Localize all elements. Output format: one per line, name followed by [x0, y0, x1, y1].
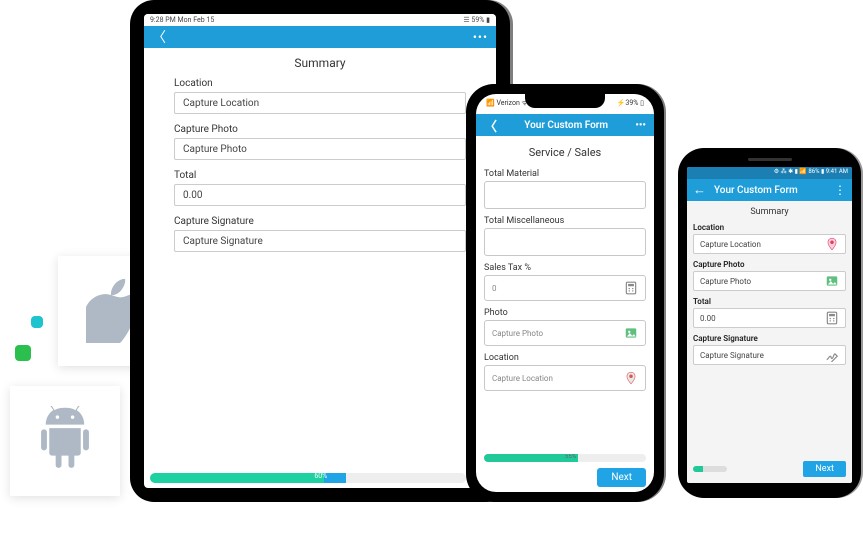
photo-input[interactable]: Capture Photo [174, 138, 466, 160]
total-material-input[interactable] [484, 181, 646, 209]
location-input[interactable]: Capture Location [693, 234, 846, 254]
next-button[interactable]: Next [597, 468, 646, 487]
device-android: ⚙ ⁂ ✱ ▮ 📶 86% ▮ 9:41 AM ← Your Custom Fo… [678, 148, 861, 498]
image-icon[interactable] [624, 326, 638, 340]
photo-label: Photo [484, 308, 646, 318]
photo-value: Capture Photo [700, 277, 751, 286]
back-chevron-icon[interactable]: 〈 [152, 27, 166, 47]
location-label: Location [693, 223, 846, 232]
iphone-status-left: 📶 Verizon ᯤ [486, 99, 528, 114]
device-iphone: 📶 Verizon ᯤ ⚡39% ▯ 〈 Your Custom Form ••… [466, 84, 664, 502]
next-button[interactable]: Next [803, 461, 846, 477]
nav-title: Your Custom Form [524, 120, 608, 131]
location-label: Location [484, 353, 646, 363]
signature-input[interactable]: Capture Signature [693, 345, 846, 365]
android-page-title: Summary [687, 201, 852, 223]
sales-tax-input[interactable]: 0 [484, 275, 646, 301]
android-status-bar: ⚙ ⁂ ✱ ▮ 📶 86% ▮ 9:41 AM [687, 167, 852, 179]
photo-input[interactable]: Capture Photo [693, 271, 846, 291]
progress-bar: 55% [484, 454, 646, 462]
decor-dot-teal [31, 316, 43, 328]
image-icon[interactable] [825, 274, 839, 288]
ipad-page-title: Summary [144, 48, 496, 78]
location-value: Capture Location [700, 240, 761, 249]
progress-label: 55% [565, 454, 576, 460]
progress-bar [693, 466, 727, 472]
sales-tax-label: Sales Tax % [484, 263, 646, 273]
total-misc-label: Total Miscellaneous [484, 216, 646, 226]
location-input[interactable]: Capture Location [484, 365, 646, 391]
overflow-menu-icon[interactable]: ⋮ [834, 183, 846, 197]
iphone-nav-bar: 〈 Your Custom Form ••• [476, 114, 654, 136]
location-label: Location [174, 78, 466, 89]
calculator-icon[interactable] [624, 281, 638, 295]
photo-value: Capture Photo [492, 329, 543, 338]
platform-tile-android [10, 386, 120, 496]
iphone-page-title: Service / Sales [476, 136, 654, 169]
android-logo-icon [34, 406, 96, 476]
progress-bar: 60% [150, 473, 466, 483]
overflow-menu-icon[interactable]: ••• [473, 30, 488, 44]
iphone-notch [525, 94, 605, 108]
location-value: Capture Location [492, 374, 553, 383]
ipad-status-left: 9:28 PM Mon Feb 15 [150, 16, 214, 24]
back-chevron-icon[interactable]: 〈 [484, 116, 497, 135]
location-pin-icon[interactable] [825, 237, 839, 251]
photo-label: Capture Photo [174, 124, 466, 135]
total-input[interactable]: 0.00 [693, 308, 846, 328]
progress-label: 60% [314, 473, 327, 480]
photo-value: Capture Photo [183, 144, 247, 155]
device-ipad: 9:28 PM Mon Feb 15 ☰ 59% ▮ 〈 ••• Summary… [130, 0, 510, 502]
calculator-icon[interactable] [825, 311, 839, 325]
overflow-menu-icon[interactable]: ••• [635, 120, 646, 131]
android-nav-bar: ← Your Custom Form ⋮ [687, 179, 852, 201]
android-speaker [748, 158, 792, 161]
location-input[interactable]: Capture Location [174, 92, 466, 114]
signature-label: Capture Signature [174, 216, 466, 227]
nav-title: Your Custom Form [714, 185, 798, 196]
photo-label: Capture Photo [693, 260, 846, 269]
signature-label: Capture Signature [693, 334, 846, 343]
location-pin-icon[interactable] [624, 371, 638, 385]
signature-input[interactable]: Capture Signature [174, 230, 466, 252]
sales-tax-value: 0 [492, 284, 497, 293]
ipad-status-right: ☰ 59% ▮ [463, 16, 490, 24]
total-label: Total [174, 170, 466, 181]
iphone-status-right: ⚡39% ▯ [617, 99, 644, 114]
ipad-status-bar: 9:28 PM Mon Feb 15 ☰ 59% ▮ [144, 14, 496, 26]
signature-icon[interactable] [825, 348, 839, 362]
signature-value: Capture Signature [700, 351, 764, 360]
decor-dot-green [15, 345, 31, 361]
total-input[interactable]: 0.00 [174, 184, 466, 206]
total-value: 0.00 [700, 314, 716, 323]
total-misc-input[interactable] [484, 228, 646, 256]
total-value: 0.00 [183, 190, 203, 201]
ipad-nav-bar: 〈 ••• [144, 26, 496, 48]
signature-value: Capture Signature [183, 236, 263, 247]
photo-input[interactable]: Capture Photo [484, 320, 646, 346]
total-material-label: Total Material [484, 169, 646, 179]
total-label: Total [693, 297, 846, 306]
back-arrow-icon[interactable]: ← [693, 182, 706, 198]
location-value: Capture Location [183, 98, 259, 109]
